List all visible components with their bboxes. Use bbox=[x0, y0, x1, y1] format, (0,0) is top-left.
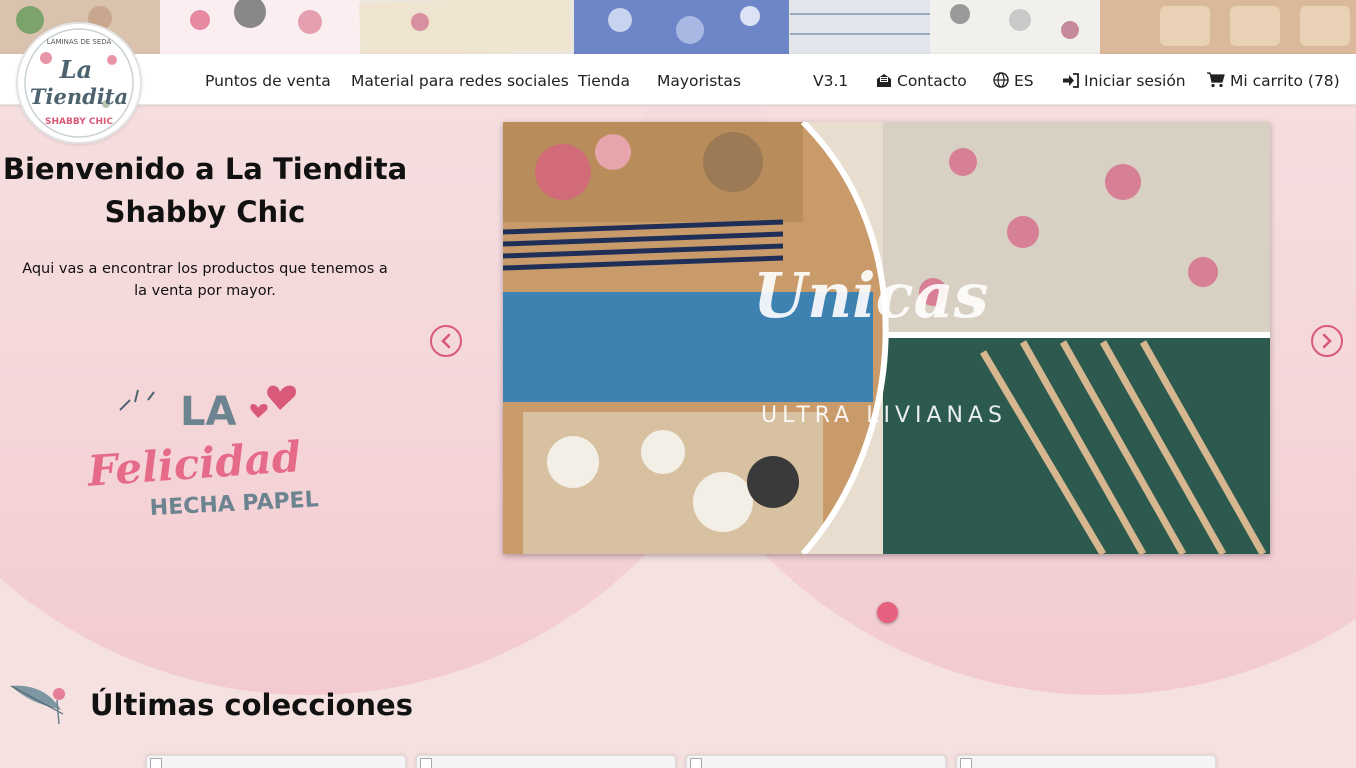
collection-card[interactable] bbox=[146, 755, 406, 768]
version-label: V3.1 bbox=[813, 72, 849, 90]
section-title-latest-collections: Últimas colecciones bbox=[90, 688, 413, 722]
tagline-line2: Felicidad bbox=[85, 432, 303, 496]
nav-iniciar-sesion-label: Iniciar sesión bbox=[1084, 72, 1186, 90]
nav-contacto-label: Contacto bbox=[897, 72, 967, 90]
collection-card[interactable] bbox=[416, 755, 676, 768]
nav-contacto[interactable]: Contacto bbox=[876, 72, 967, 92]
feather-flower-icon bbox=[9, 680, 71, 728]
logo-graphic: LÁMINAS DE SEDA La Tiendita SHABBY CHIC bbox=[24, 28, 134, 138]
banner-collage-image bbox=[0, 0, 1356, 54]
main-navbar: Puntos de venta Material para redes soci… bbox=[0, 54, 1356, 105]
chevron-right-icon bbox=[1322, 333, 1332, 349]
carousel-slide-graphic: Unicas ULTRA LIVIANAS bbox=[503, 122, 1270, 554]
carousel-indicator-dot[interactable] bbox=[877, 602, 898, 623]
header-banner-collage bbox=[0, 0, 1356, 54]
broken-image-icon bbox=[690, 758, 702, 768]
slide-text-main: Unicas bbox=[753, 259, 989, 332]
tagline-line3: HECHA PAPEL bbox=[149, 487, 319, 521]
broken-image-icon bbox=[420, 758, 432, 768]
envelope-open-icon bbox=[876, 73, 892, 92]
shopping-cart-icon bbox=[1207, 72, 1225, 92]
collection-card[interactable] bbox=[956, 755, 1216, 768]
logo-main-line2: Tiendita bbox=[30, 84, 128, 109]
tagline-logo: LA Felicidad HECHA PAPEL bbox=[80, 370, 330, 540]
nav-language[interactable]: ES bbox=[993, 72, 1034, 92]
nav-puntos-de-venta[interactable]: Puntos de venta bbox=[205, 72, 331, 90]
nav-mayoristas[interactable]: Mayoristas bbox=[657, 72, 741, 90]
logo-bottom-text: SHABBY CHIC bbox=[45, 117, 113, 127]
hero-subtitle: Aqui vas a encontrar los productos que t… bbox=[22, 261, 388, 299]
chevron-left-icon bbox=[441, 333, 451, 349]
nav-tienda[interactable]: Tienda bbox=[578, 72, 630, 90]
nav-mi-carrito-label: Mi carrito (78) bbox=[1230, 72, 1340, 90]
hero-title: Bienvenido a La Tiendita Shabby Chic bbox=[2, 152, 408, 229]
tagline-graphic: LA Felicidad HECHA PAPEL bbox=[85, 385, 319, 521]
broken-image-icon bbox=[150, 758, 162, 768]
nav-mi-carrito[interactable]: Mi carrito (78) bbox=[1207, 72, 1340, 92]
logo-top-text: LÁMINAS DE SEDA bbox=[47, 37, 112, 46]
site-logo[interactable]: LÁMINAS DE SEDA La Tiendita SHABBY CHIC bbox=[16, 22, 142, 144]
logo-main-line1: La bbox=[59, 55, 92, 84]
nav-iniciar-sesion[interactable]: Iniciar sesión bbox=[1062, 72, 1186, 92]
carousel-next-button[interactable] bbox=[1311, 325, 1343, 357]
broken-image-icon bbox=[960, 758, 972, 768]
slide-text-sub: ULTRA LIVIANAS bbox=[761, 403, 1007, 428]
globe-icon bbox=[993, 72, 1009, 92]
collection-card[interactable] bbox=[686, 755, 946, 768]
tagline-line1: LA bbox=[180, 389, 236, 435]
sign-in-icon bbox=[1062, 73, 1079, 92]
nav-material-redes-sociales[interactable]: Material para redes sociales bbox=[351, 72, 569, 90]
nav-language-label: ES bbox=[1014, 72, 1034, 90]
carousel-slide-image[interactable]: Unicas ULTRA LIVIANAS bbox=[503, 122, 1270, 554]
carousel-prev-button[interactable] bbox=[430, 325, 462, 357]
